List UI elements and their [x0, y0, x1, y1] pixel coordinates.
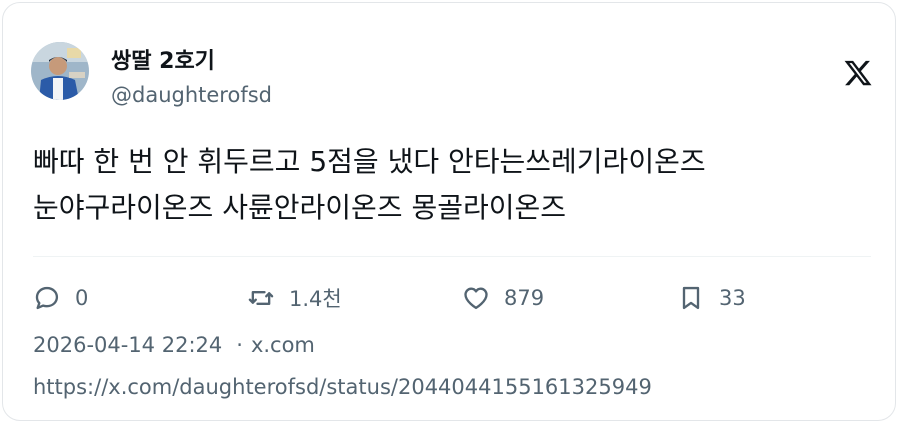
source-link[interactable]: x.com	[251, 333, 315, 357]
avatar[interactable]	[31, 42, 89, 100]
reply-count: 0	[75, 286, 89, 310]
tweet-card: 쌍딸 2호기 @daughterofsd 빠따 한 번 안 휘두르고 5점을 냈…	[2, 2, 896, 421]
user-handle[interactable]: @daughterofsd	[111, 83, 272, 107]
reply-button[interactable]: 0	[33, 281, 88, 315]
tweet-text: 빠따 한 번 안 휘두르고 5점을 냈다 안타는쓰레기라이온즈 눈야구라이온즈 …	[33, 145, 706, 224]
x-logo-icon[interactable]	[843, 58, 873, 88]
tweet-meta: 2026-04-14 22:24 · x.com	[33, 333, 315, 357]
retweet-icon	[248, 291, 274, 305]
timestamp[interactable]: 2026-04-14 22:24	[33, 333, 222, 357]
retweet-button[interactable]: 1.4천	[247, 281, 342, 315]
retweet-count: 1.4천	[289, 287, 342, 311]
divider	[33, 256, 871, 257]
like-count: 879	[504, 286, 545, 310]
heart-icon	[464, 287, 488, 310]
meta-separator: ·	[236, 333, 243, 357]
bookmark-button[interactable]: 33	[677, 281, 746, 315]
avatar-image	[31, 42, 89, 100]
display-name[interactable]: 쌍딸 2호기	[111, 43, 215, 75]
bookmark-count: 33	[719, 286, 746, 310]
like-button[interactable]: 879	[462, 281, 544, 315]
reply-icon	[35, 286, 59, 310]
tweet-url[interactable]: https://x.com/daughterofsd/status/204404…	[33, 375, 652, 399]
bookmark-icon	[682, 286, 700, 310]
